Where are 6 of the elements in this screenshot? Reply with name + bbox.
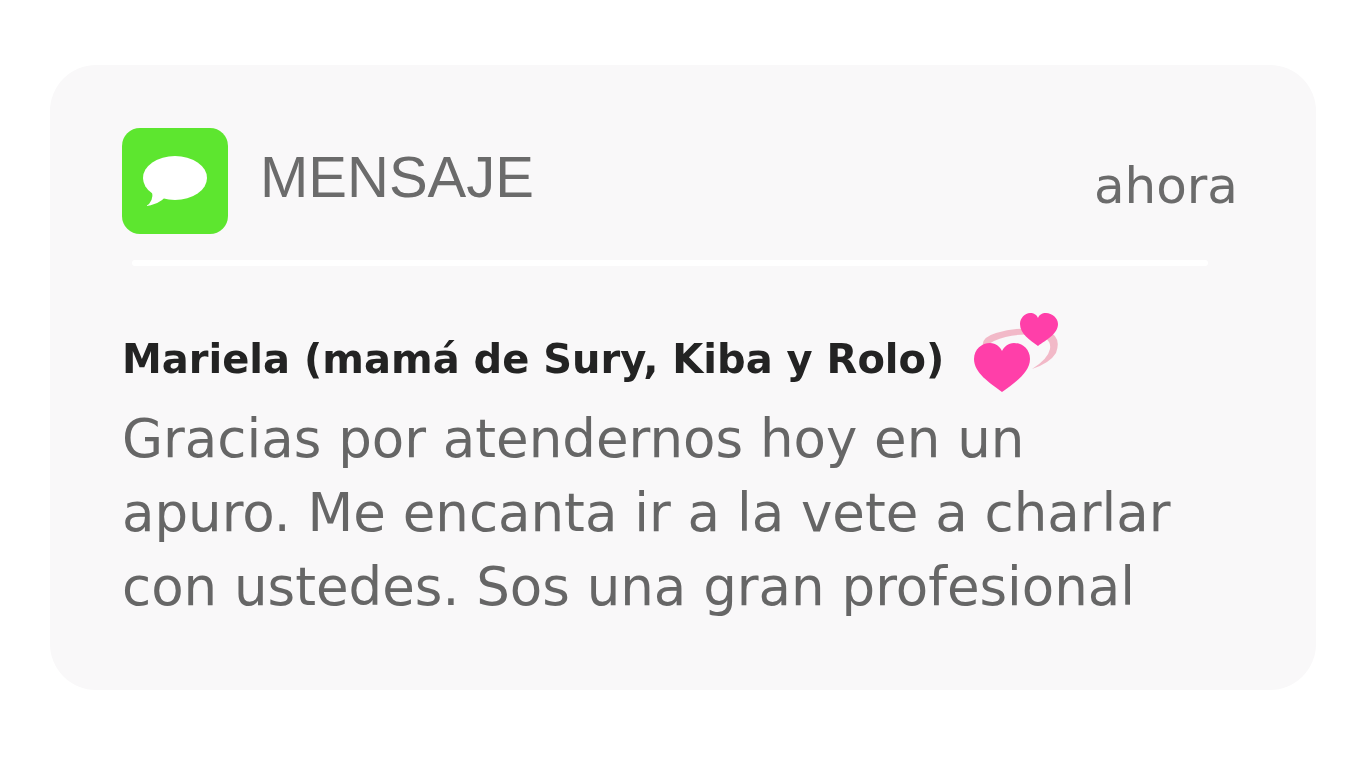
message-text: Gracias por atendernos hoy en un apuro. Me encanta ir a la vete a charlar con ustedes. Sos una gran profesional: [122, 407, 1172, 619]
sender-name: Mariela (mamá de Sury, Kiba y Rolo): [122, 335, 945, 383]
timestamp: ahora: [1093, 161, 1238, 211]
notification-card[interactable]: MENSAJE ahora Mariela (mamá de Sury, Kiba y Rolo) Gracias por atendernos hoy en un apuro. Me encanta ir a la vete a charlar con ustedes. Sos una gran profesional: [50, 65, 1316, 690]
app-name: MENSAJE: [260, 148, 534, 206]
speech-bubble-icon: [122, 128, 228, 234]
